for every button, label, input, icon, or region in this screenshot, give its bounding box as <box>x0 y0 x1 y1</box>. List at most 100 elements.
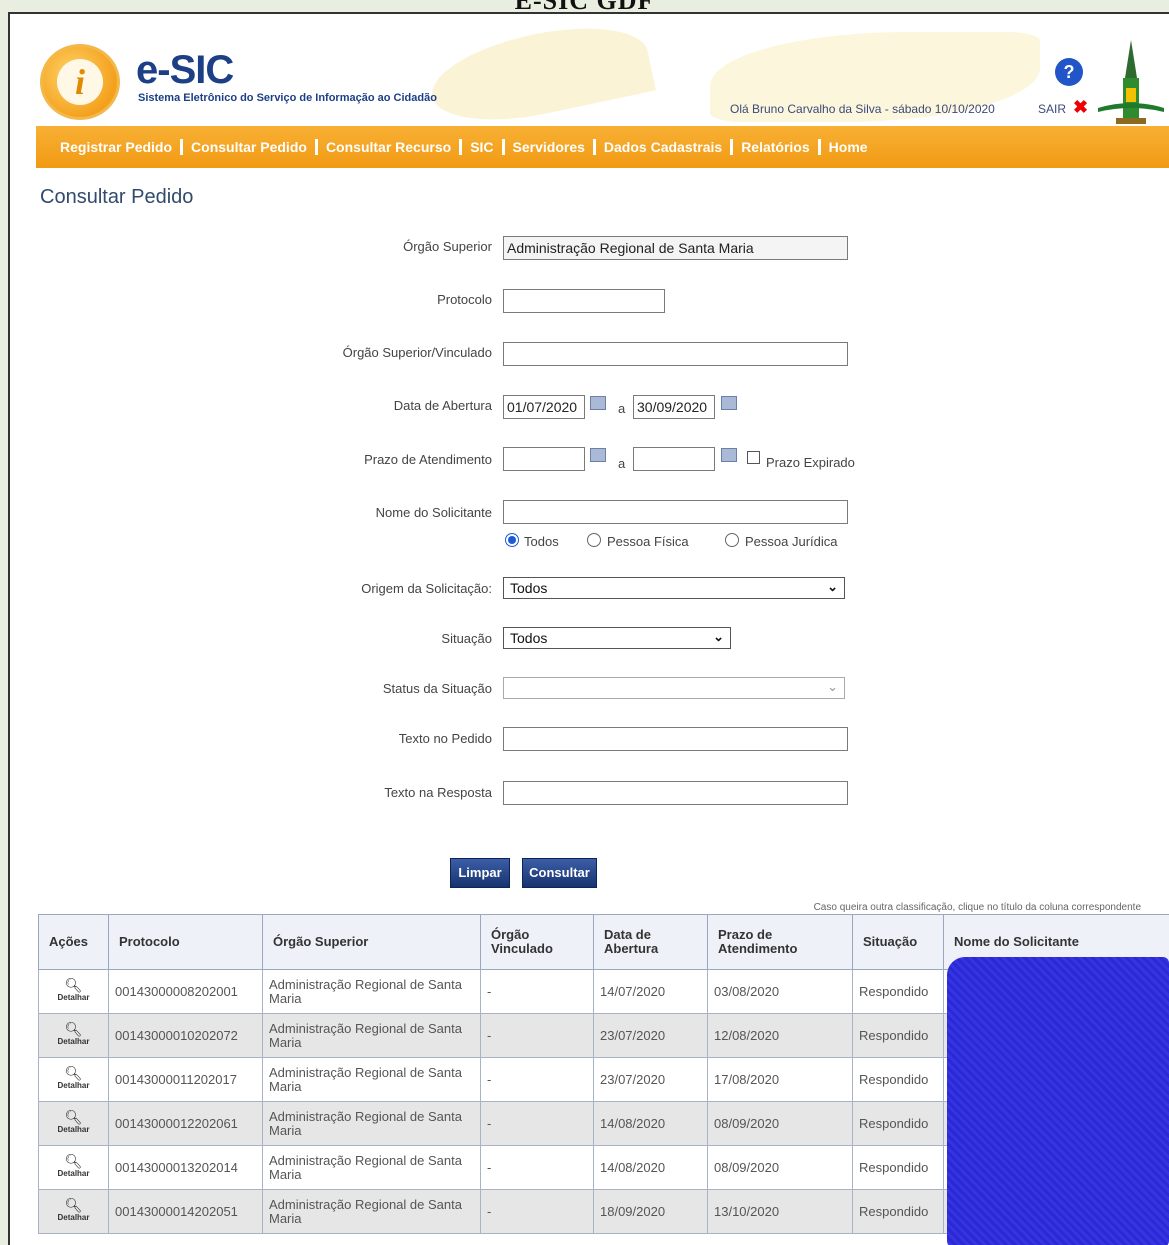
cell-orgao: Administração Regional de Santa Maria <box>262 1057 481 1102</box>
cell-situacao: Respondido <box>852 969 944 1014</box>
chevron-down-icon: ⌄ <box>827 679 838 694</box>
logout-link[interactable]: SAIR <box>1038 102 1066 116</box>
consultar-button[interactable]: Consultar <box>522 858 597 888</box>
col-orgao-superior[interactable]: Órgão Superior <box>262 914 481 970</box>
situacao-select[interactable]: Todos ⌄ <box>503 627 731 649</box>
origem-label: Origem da Solicitação: <box>361 581 492 596</box>
app-frame: i e-SIC Sistema Eletrônico do Serviço de… <box>8 12 1169 1245</box>
detalhar-button[interactable]: 🔍︎ Detalhar <box>38 1101 109 1146</box>
nav-servidores[interactable]: Servidores <box>505 139 596 155</box>
orgao-superior-field[interactable]: Administração Regional de Santa Maria <box>503 236 848 260</box>
orgao-vinculado-input[interactable] <box>503 342 848 366</box>
col-data-abertura[interactable]: Data de Abertura <box>593 914 708 970</box>
detalhar-button[interactable]: 🔍︎ Detalhar <box>38 1057 109 1102</box>
status-select[interactable]: ⌄ <box>503 677 845 699</box>
cell-vinculado: - <box>480 1101 594 1146</box>
protocolo-label: Protocolo <box>437 292 492 307</box>
detalhar-button[interactable]: 🔍︎ Detalhar <box>38 1145 109 1190</box>
cell-vinculado: - <box>480 1189 594 1234</box>
radio-todos[interactable] <box>505 533 519 547</box>
nav-home[interactable]: Home <box>821 139 876 155</box>
data-abertura-to-input[interactable]: 30/09/2020 <box>633 395 715 419</box>
header: i e-SIC Sistema Eletrônico do Serviço de… <box>10 14 1169 126</box>
redaction-overlay <box>947 957 1169 1245</box>
cell-abertura: 23/07/2020 <box>593 1013 708 1058</box>
chevron-down-icon: ⌄ <box>827 579 838 594</box>
nav-sic[interactable]: SIC <box>462 139 505 155</box>
nav-consultar-recurso[interactable]: Consultar Recurso <box>318 139 463 155</box>
calendar-icon[interactable] <box>721 448 737 462</box>
cell-orgao: Administração Regional de Santa Maria <box>262 1101 481 1146</box>
page-title: Consultar Pedido <box>40 186 194 208</box>
cell-prazo: 12/08/2020 <box>707 1013 853 1058</box>
data-abertura-from-input[interactable]: 01/07/2020 <box>503 395 585 419</box>
calendar-icon[interactable] <box>590 396 606 410</box>
orgao-vinculado-label: Órgão Superior/Vinculado <box>342 345 492 360</box>
prazo-from-input[interactable] <box>503 447 585 471</box>
search-icon: 🔍︎ <box>64 1064 83 1081</box>
cell-orgao: Administração Regional de Santa Maria <box>262 1013 481 1058</box>
brand-subtitle: Sistema Eletrônico do Serviço de Informa… <box>138 92 437 104</box>
cell-prazo: 17/08/2020 <box>707 1057 853 1102</box>
calendar-icon[interactable] <box>721 396 737 410</box>
cell-situacao: Respondido <box>852 1057 944 1102</box>
logout-icon[interactable]: ✖ <box>1073 97 1088 118</box>
radio-pessoa-juridica-label: Pessoa Jurídica <box>745 534 838 549</box>
calendar-icon[interactable] <box>590 448 606 462</box>
nav-dados-cadastrais[interactable]: Dados Cadastrais <box>596 139 734 155</box>
cell-abertura: 18/09/2020 <box>593 1189 708 1234</box>
nome-label: Nome do Solicitante <box>375 505 492 520</box>
origem-select[interactable]: Todos ⌄ <box>503 577 845 599</box>
range-separator: a <box>618 456 626 471</box>
radio-pessoa-juridica[interactable] <box>725 533 739 547</box>
gdf-logo-icon <box>1098 40 1164 124</box>
esic-logo-icon: i <box>40 44 120 120</box>
prazo-to-input[interactable] <box>633 447 715 471</box>
texto-resposta-input[interactable] <box>503 781 848 805</box>
nav-registrar-pedido[interactable]: Registrar Pedido <box>52 139 184 155</box>
detalhar-button[interactable]: 🔍︎ Detalhar <box>38 1013 109 1058</box>
cell-abertura: 14/08/2020 <box>593 1145 708 1190</box>
cell-situacao: Respondido <box>852 1013 944 1058</box>
col-prazo[interactable]: Prazo de Atendimento <box>707 914 853 970</box>
texto-resposta-label: Texto na Resposta <box>384 785 492 800</box>
protocolo-input[interactable] <box>503 289 665 313</box>
texto-pedido-label: Texto no Pedido <box>398 731 492 746</box>
cell-prazo: 03/08/2020 <box>707 969 853 1014</box>
radio-pessoa-fisica[interactable] <box>587 533 601 547</box>
cell-vinculado: - <box>480 1145 594 1190</box>
detalhar-button[interactable]: 🔍︎ Detalhar <box>38 1189 109 1234</box>
radio-todos-label: Todos <box>524 534 559 549</box>
help-icon[interactable]: ? <box>1055 58 1083 86</box>
cell-vinculado: - <box>480 1057 594 1102</box>
limpar-button[interactable]: Limpar <box>450 858 510 888</box>
cell-prazo: 08/09/2020 <box>707 1145 853 1190</box>
cell-vinculado: - <box>480 969 594 1014</box>
texto-pedido-input[interactable] <box>503 727 848 751</box>
nav-consultar-pedido[interactable]: Consultar Pedido <box>183 139 318 155</box>
cell-situacao: Respondido <box>852 1189 944 1234</box>
sort-hint: Caso queira outra classificação, clique … <box>813 902 1141 913</box>
nome-input[interactable] <box>503 500 848 524</box>
cell-protocolo: 00143000008202001 <box>108 969 263 1014</box>
status-label: Status da Situação <box>382 681 492 696</box>
col-protocolo[interactable]: Protocolo <box>108 914 263 970</box>
nav-relatorios[interactable]: Relatórios <box>733 139 821 155</box>
prazo-label: Prazo de Atendimento <box>364 452 492 467</box>
col-acoes[interactable]: Ações <box>38 914 109 970</box>
cell-orgao: Administração Regional de Santa Maria <box>262 1189 481 1234</box>
col-situacao[interactable]: Situação <box>852 914 944 970</box>
situacao-select-value: Todos <box>510 630 548 646</box>
cell-protocolo: 00143000014202051 <box>108 1189 263 1234</box>
cell-protocolo: 00143000011202017 <box>108 1057 263 1102</box>
search-icon: 🔍︎ <box>64 1020 83 1037</box>
cell-abertura: 14/07/2020 <box>593 969 708 1014</box>
prazo-expirado-checkbox[interactable] <box>747 451 760 464</box>
cell-abertura: 23/07/2020 <box>593 1057 708 1102</box>
cell-protocolo: 00143000012202061 <box>108 1101 263 1146</box>
detalhar-button[interactable]: 🔍︎ Detalhar <box>38 969 109 1014</box>
range-separator: a <box>618 401 626 416</box>
cell-prazo: 08/09/2020 <box>707 1101 853 1146</box>
search-icon: 🔍︎ <box>64 1152 83 1169</box>
col-orgao-vinculado[interactable]: Órgão Vinculado <box>480 914 594 970</box>
